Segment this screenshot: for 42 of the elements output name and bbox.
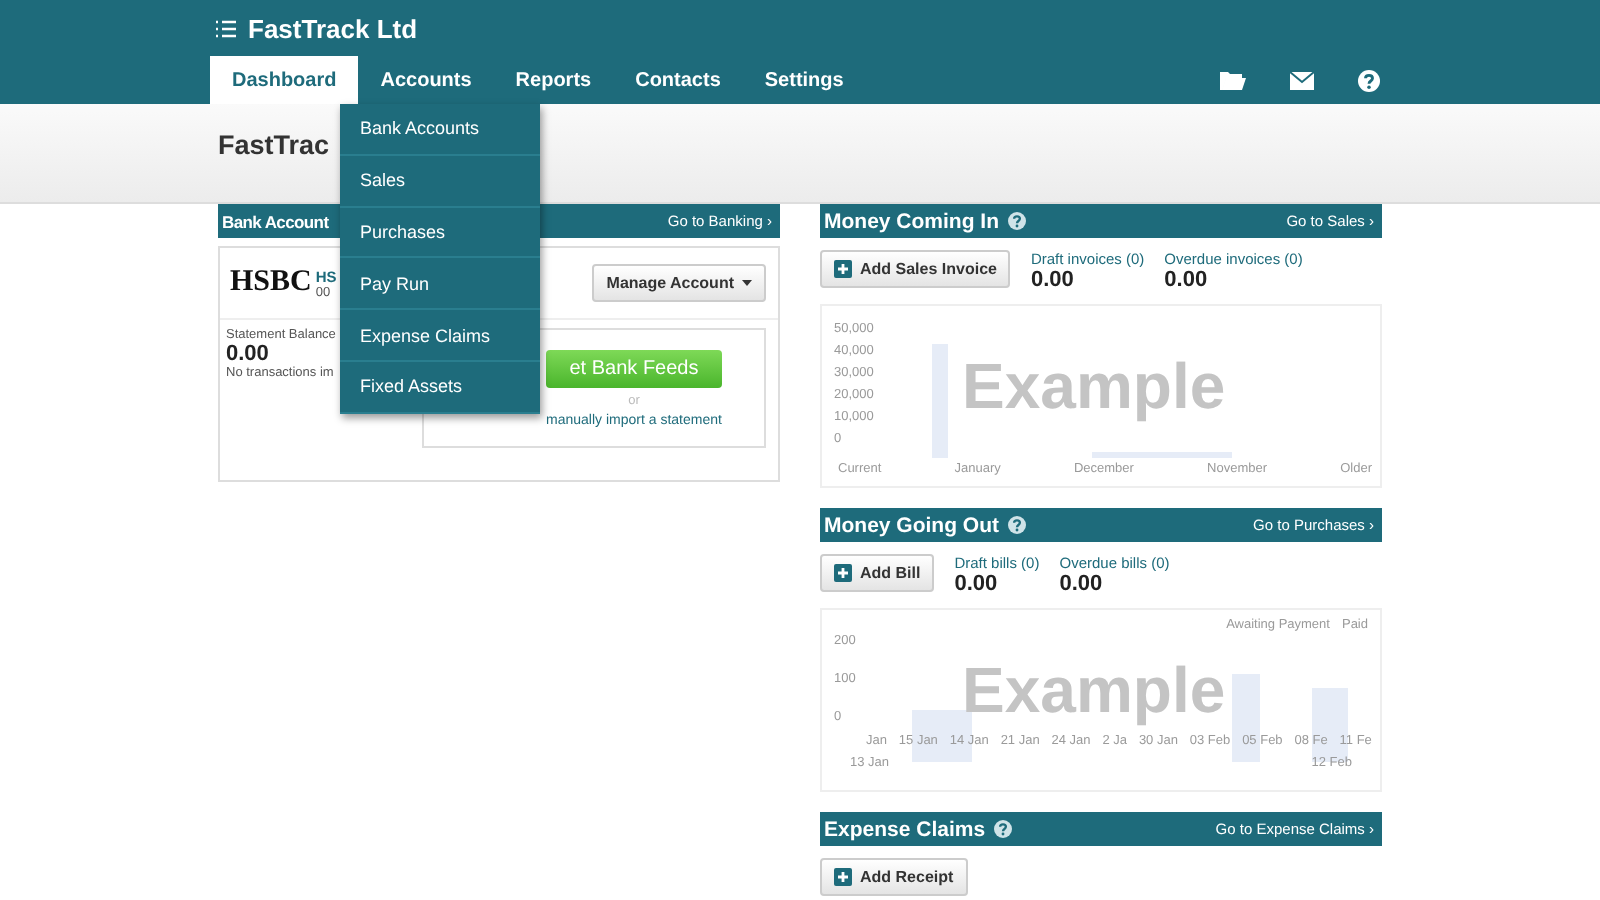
menu-item[interactable]: Bank Accounts bbox=[340, 104, 540, 156]
menu-item[interactable]: Fixed Assets bbox=[340, 361, 540, 414]
mail-icon[interactable] bbox=[1290, 71, 1314, 89]
help-icon[interactable] bbox=[993, 820, 1012, 838]
plus-icon bbox=[834, 564, 852, 582]
example-overlay: Example bbox=[962, 350, 1226, 424]
plus-icon bbox=[834, 260, 852, 278]
stat-value: 0.00 bbox=[954, 572, 1000, 596]
example-overlay: Example bbox=[962, 654, 1226, 728]
bank-logo: HSBC bbox=[230, 266, 312, 300]
menu-item[interactable]: Sales bbox=[340, 155, 540, 208]
stat-value: 0.00 bbox=[1164, 268, 1210, 292]
stat-value: 0.00 bbox=[1059, 572, 1105, 596]
nav-tab[interactable]: Accounts bbox=[358, 56, 494, 104]
help-icon[interactable] bbox=[1007, 516, 1025, 534]
nav-tab[interactable]: Dashboard bbox=[210, 56, 359, 104]
nav-tab[interactable]: Contacts bbox=[613, 56, 743, 104]
faint-bar bbox=[1232, 674, 1260, 762]
stat-value: 0.00 bbox=[1030, 268, 1076, 292]
app-title: FastTrack Ltd bbox=[248, 13, 418, 43]
add-button[interactable]: Add Receipt bbox=[820, 858, 968, 896]
faint-bar bbox=[932, 344, 948, 458]
folder-icon[interactable] bbox=[1220, 70, 1246, 90]
menu-item[interactable]: Pay Run bbox=[340, 258, 540, 311]
panel-title: Bank Account bbox=[222, 211, 329, 231]
nav-tab[interactable]: Settings bbox=[742, 56, 866, 104]
manage-account-button[interactable]: Manage Account bbox=[592, 264, 766, 302]
help-icon[interactable] bbox=[1358, 69, 1380, 91]
panel-title: Expense Claims bbox=[824, 817, 986, 841]
list-icon bbox=[216, 19, 236, 37]
panel-title: Money Going Out bbox=[824, 513, 999, 537]
panel-title: Money Coming In bbox=[824, 209, 999, 233]
help-icon[interactable] bbox=[1007, 212, 1025, 230]
page-title: FastTrac bbox=[218, 130, 330, 160]
balance-value: 0.00 bbox=[226, 342, 269, 366]
menu-item[interactable]: Expense Claims bbox=[340, 310, 540, 362]
add-button[interactable]: Add Bill bbox=[820, 554, 935, 592]
add-button[interactable]: Add Sales Invoice bbox=[820, 250, 1011, 288]
nav-tab[interactable]: Reports bbox=[493, 56, 614, 104]
menu-item[interactable]: Purchases bbox=[340, 207, 540, 259]
plus-icon bbox=[834, 868, 852, 886]
caret-icon bbox=[742, 280, 752, 286]
